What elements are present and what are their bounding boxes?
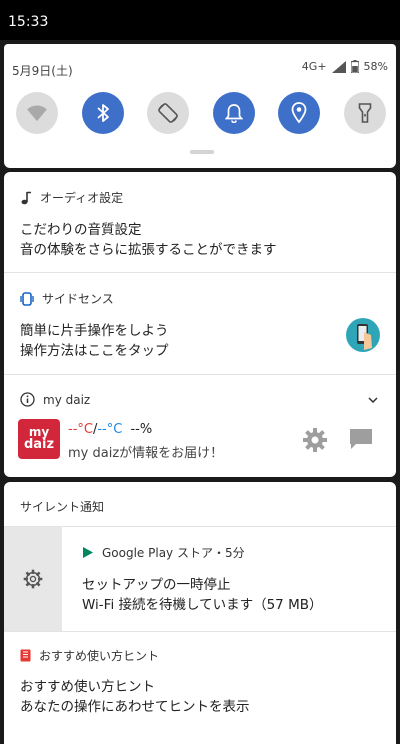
app-name: おすすめ使い方ヒント bbox=[39, 649, 160, 663]
notification-text: あなたの操作にあわせてヒントを表示 bbox=[20, 699, 250, 715]
date-label[interactable]: 5月9日(土) bbox=[12, 62, 73, 79]
audio-settings-notification[interactable]: オーディオ設定 こだわりの音質設定 音の体験をさらに拡張することができます bbox=[4, 172, 396, 273]
quick-settings-panel: 5月9日(土) 4G+ 58% bbox=[4, 44, 396, 168]
logo-text-line2: daiz bbox=[23, 437, 55, 453]
bell-icon bbox=[224, 104, 243, 123]
flashlight-tile[interactable] bbox=[343, 92, 386, 134]
notification-text: 音の体験をさらに拡張することができます bbox=[20, 242, 277, 258]
notification-title: 簡単に片手操作をしよう bbox=[20, 323, 169, 339]
notification-settings-area[interactable] bbox=[4, 527, 62, 631]
bluetooth-tile[interactable] bbox=[81, 92, 124, 134]
side-sense-thumbnail bbox=[346, 318, 380, 352]
wifi-tile[interactable] bbox=[16, 92, 58, 134]
sound-tile[interactable] bbox=[212, 92, 255, 134]
network-type: 4G+ bbox=[301, 60, 327, 73]
system-icons: 4G+ 58% bbox=[302, 60, 388, 73]
notification-header: サイドセンス bbox=[20, 290, 114, 307]
expand-handle[interactable] bbox=[190, 150, 214, 154]
side-sense-icon bbox=[20, 291, 34, 306]
notification-title: セットアップの一時停止 bbox=[82, 577, 231, 593]
notification-title: こだわりの音質設定 bbox=[20, 222, 142, 238]
location-pin-icon bbox=[291, 102, 307, 124]
auto-rotate-icon bbox=[158, 103, 179, 123]
tips-book-icon bbox=[20, 649, 31, 662]
wifi-icon bbox=[27, 105, 47, 122]
battery-icon bbox=[350, 60, 359, 73]
temp-high: --°C bbox=[68, 422, 93, 437]
chat-bubble-icon[interactable] bbox=[348, 427, 374, 451]
my-daiz-notification[interactable]: my daiz my daiz --°C/--°C --% my daizが情報… bbox=[4, 375, 396, 477]
notification-text: Wi-Fi 接続を待機しています（57 MB） bbox=[82, 597, 323, 613]
location-tile[interactable] bbox=[278, 92, 321, 134]
status-bar: 15:33 bbox=[0, 0, 400, 40]
status-time: 15:33 bbox=[8, 14, 49, 30]
my-daiz-logo: my daiz bbox=[18, 419, 60, 459]
app-name: my daiz bbox=[43, 392, 91, 407]
side-sense-notification[interactable]: サイドセンス 簡単に片手操作をしよう 操作方法はここをタップ bbox=[4, 273, 396, 375]
flashlight-icon bbox=[358, 103, 372, 123]
app-name: オーディオ設定 bbox=[40, 191, 124, 205]
auto-rotate-tile[interactable] bbox=[147, 92, 190, 134]
bluetooth-icon bbox=[96, 104, 109, 122]
google-play-notification[interactable]: Google Play ストア・5分 セットアップの一時停止 Wi-Fi 接続を… bbox=[4, 526, 396, 632]
info-icon bbox=[20, 392, 35, 407]
settings-gear-icon bbox=[23, 569, 43, 589]
music-note-icon bbox=[20, 191, 32, 205]
notification-header: おすすめ使い方ヒント bbox=[20, 647, 159, 664]
notification-text: 操作方法はここをタップ bbox=[20, 343, 169, 359]
humidity: --% bbox=[130, 422, 153, 437]
silent-notifications-card: サイレント通知 Google Play ストア・5分 セットアップの一時停止 W… bbox=[4, 482, 396, 744]
app-name: サイドセンス bbox=[42, 292, 114, 306]
notification-header: Google Play ストア・5分 bbox=[82, 544, 245, 561]
tips-notification[interactable]: おすすめ使い方ヒント おすすめ使い方ヒント あなたの操作にあわせてヒントを表示 bbox=[4, 631, 396, 744]
signal-icon bbox=[331, 60, 346, 73]
notification-header: my daiz bbox=[20, 392, 90, 407]
temp-low: --°C bbox=[97, 422, 123, 437]
phone-hand-icon bbox=[357, 324, 372, 350]
notification-header: オーディオ設定 bbox=[20, 189, 123, 206]
weather-line: --°C/--°C --% bbox=[68, 422, 152, 437]
settings-gear-icon[interactable] bbox=[302, 427, 328, 453]
notification-title: おすすめ使い方ヒント bbox=[20, 679, 155, 695]
google-play-icon bbox=[82, 546, 94, 559]
silent-section-header: サイレント通知 bbox=[20, 500, 105, 514]
expand-chevron-icon[interactable] bbox=[368, 397, 378, 403]
quick-settings-tiles bbox=[16, 92, 386, 134]
app-name: Google Play ストア・5分 bbox=[102, 546, 245, 560]
my-daiz-message: my daizが情報をお届け！ bbox=[68, 446, 224, 461]
notifications-card: オーディオ設定 こだわりの音質設定 音の体験をさらに拡張することができます サイ… bbox=[4, 172, 396, 477]
battery-percent: 58% bbox=[363, 60, 388, 73]
